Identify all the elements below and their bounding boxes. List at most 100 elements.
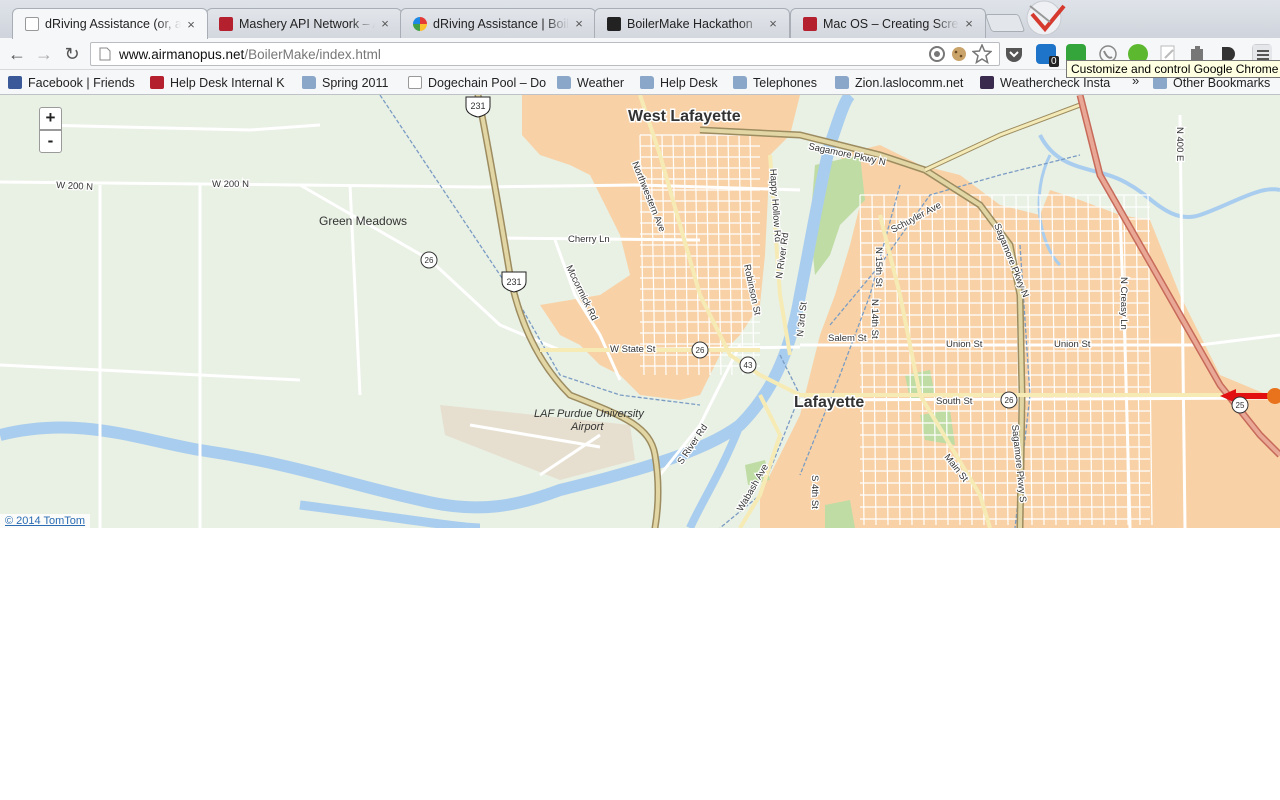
bookmark-label: Weather: [577, 75, 625, 90]
bookmark-label: Help Desk Internal K: [170, 75, 285, 90]
road-label: N Creasy Ln: [1118, 277, 1129, 330]
map-attribution: © 2014 TomTom: [0, 514, 91, 528]
road-label: Union St: [1054, 339, 1091, 350]
urban-area-west-lafayette: [522, 95, 800, 400]
tab-mashery[interactable]: Mashery API Network – API ×: [206, 8, 402, 38]
bookmark-folder-weather[interactable]: Weather: [557, 74, 624, 91]
pocket-icon[interactable]: [1004, 44, 1024, 64]
map-view[interactable]: 231 231 26 26 43 26 25 West Lafayette La…: [0, 95, 1280, 528]
bookmark-label: Telephones: [753, 75, 817, 90]
us-231-shield-middle: 231: [501, 271, 527, 293]
tab-boilermake-hackathon[interactable]: BoilerMake Hackathon ×: [594, 8, 790, 38]
road-label: N 14th St: [869, 299, 880, 339]
tab-strip: dRiving Assistance (or, a h × Mashery AP…: [0, 0, 1280, 39]
kb-icon: [150, 76, 164, 89]
map-canvas[interactable]: 231 231 26 26 43 26 25 West Lafayette La…: [0, 95, 1280, 528]
state-43-shield: 43: [739, 356, 757, 374]
folder-icon: [640, 76, 654, 89]
bookmark-folder-help-desk[interactable]: Help Desk: [640, 74, 718, 91]
back-button[interactable]: ←: [5, 43, 29, 65]
zoom-out-button[interactable]: -: [39, 130, 62, 153]
place-label-lafayette: Lafayette: [794, 394, 864, 411]
place-label-west-lafayette: West Lafayette: [628, 108, 741, 125]
tab-title: BoilerMake Hackathon: [627, 16, 753, 31]
bookmark-help-desk-internal[interactable]: Help Desk Internal K: [150, 74, 285, 91]
road-label: Cherry Ln: [568, 234, 610, 245]
folder-icon: [302, 76, 316, 89]
road-label: Union St: [946, 339, 983, 350]
cookie-icon[interactable]: [950, 44, 970, 64]
bookmark-label: Spring 2011: [322, 75, 389, 90]
mashery-icon: [219, 16, 233, 31]
shield-label: 26: [696, 346, 705, 355]
shield-label: 231: [506, 277, 521, 287]
tab-driving-assistance[interactable]: dRiving Assistance (or, a h ×: [12, 8, 208, 39]
bookmark-star-icon[interactable]: [972, 44, 992, 64]
extension-badge: 0: [1049, 56, 1059, 67]
close-icon[interactable]: ×: [379, 16, 391, 31]
attribution-link[interactable]: © 2014 TomTom: [5, 515, 85, 527]
zoom-in-button[interactable]: +: [39, 107, 62, 130]
road-label: W 200 N: [212, 179, 249, 190]
tab-driving-boilermake[interactable]: dRiving Assistance | Boiler ×: [400, 8, 596, 38]
road-label: South St: [936, 396, 973, 407]
boilermake-icon: [607, 16, 621, 31]
url-path: /BoilerMake/index.html: [244, 46, 381, 62]
bookmark-label: Dogechain Pool – Do: [428, 75, 547, 90]
folder-icon: [557, 76, 571, 89]
road-label: Happy Hollow Rd: [767, 168, 783, 242]
place-label-airport: LAF Purdue University: [534, 408, 645, 420]
close-icon[interactable]: ×: [573, 16, 585, 31]
state-26-shield-east: 26: [1000, 391, 1018, 409]
bookmark-facebook[interactable]: Facebook | Friends: [8, 74, 135, 91]
folder-icon: [733, 76, 747, 89]
place-label-airport-line2: Airport: [570, 421, 604, 433]
tab-title: Mac OS – Creating Screens: [823, 16, 959, 31]
tab-title: dRiving Assistance | Boiler: [433, 16, 569, 31]
bookmark-folder-spring-2011[interactable]: Spring 2011: [302, 74, 389, 91]
reload-button[interactable]: ↻: [60, 43, 84, 65]
state-25-shield: 25: [1231, 396, 1249, 414]
bookmark-label: Help Desk: [660, 75, 718, 90]
b-icon: [980, 76, 994, 89]
road-label: N 15th St: [873, 247, 884, 287]
reload-icon: ↻: [64, 43, 80, 64]
place-label-green-meadows: Green Meadows: [319, 214, 407, 228]
forward-arrow-icon: →: [35, 43, 53, 64]
page-icon: [25, 17, 39, 31]
road-label: W State St: [610, 344, 656, 355]
close-icon[interactable]: ×: [767, 16, 779, 31]
kb-icon: [803, 16, 817, 31]
tooltip: Customize and control Google Chrome: [1066, 60, 1280, 78]
road-label: N 400 E: [1174, 127, 1185, 161]
tab-title: dRiving Assistance (or, a h: [45, 17, 181, 31]
forward-button[interactable]: →: [32, 43, 56, 65]
shield-label: 231: [470, 101, 485, 111]
bookmark-dogechain[interactable]: Dogechain Pool – Do: [408, 74, 546, 91]
shield-label: 26: [1005, 396, 1014, 405]
page-icon: [99, 47, 111, 61]
road-label: N 3rd St: [795, 301, 810, 337]
shield-label: 26: [425, 256, 434, 265]
tab-title: Mashery API Network – API: [239, 16, 375, 31]
road-label: S 4th St: [809, 475, 820, 509]
address-bar[interactable]: www.airmanopus.net/BoilerMake/index.html: [90, 42, 1000, 66]
close-icon[interactable]: ×: [185, 17, 197, 32]
state-26-shield-west: 26: [420, 251, 438, 269]
page-icon: [408, 76, 422, 89]
url-host: www.airmanopus.net: [119, 46, 245, 62]
bookmark-folder-zion[interactable]: Zion.laslocomm.net: [835, 74, 963, 91]
us-231-shield-top: 231: [465, 96, 491, 118]
road-label: Salem St: [828, 333, 867, 344]
location-target-icon[interactable]: [928, 44, 948, 64]
back-arrow-icon: ←: [8, 43, 26, 64]
bookmark-folder-telephones[interactable]: Telephones: [733, 74, 817, 91]
bookmark-label: Zion.laslocomm.net: [855, 75, 964, 90]
profile-avatar-icon[interactable]: [1012, 0, 1082, 36]
road-label: W 200 N: [56, 180, 94, 193]
tab-mac-os[interactable]: Mac OS – Creating Screens ×: [790, 8, 986, 38]
shield-label: 25: [1236, 401, 1245, 410]
close-icon[interactable]: ×: [963, 16, 975, 31]
state-26-shield-center: 26: [691, 341, 709, 359]
pinwheel-icon: [413, 16, 427, 31]
